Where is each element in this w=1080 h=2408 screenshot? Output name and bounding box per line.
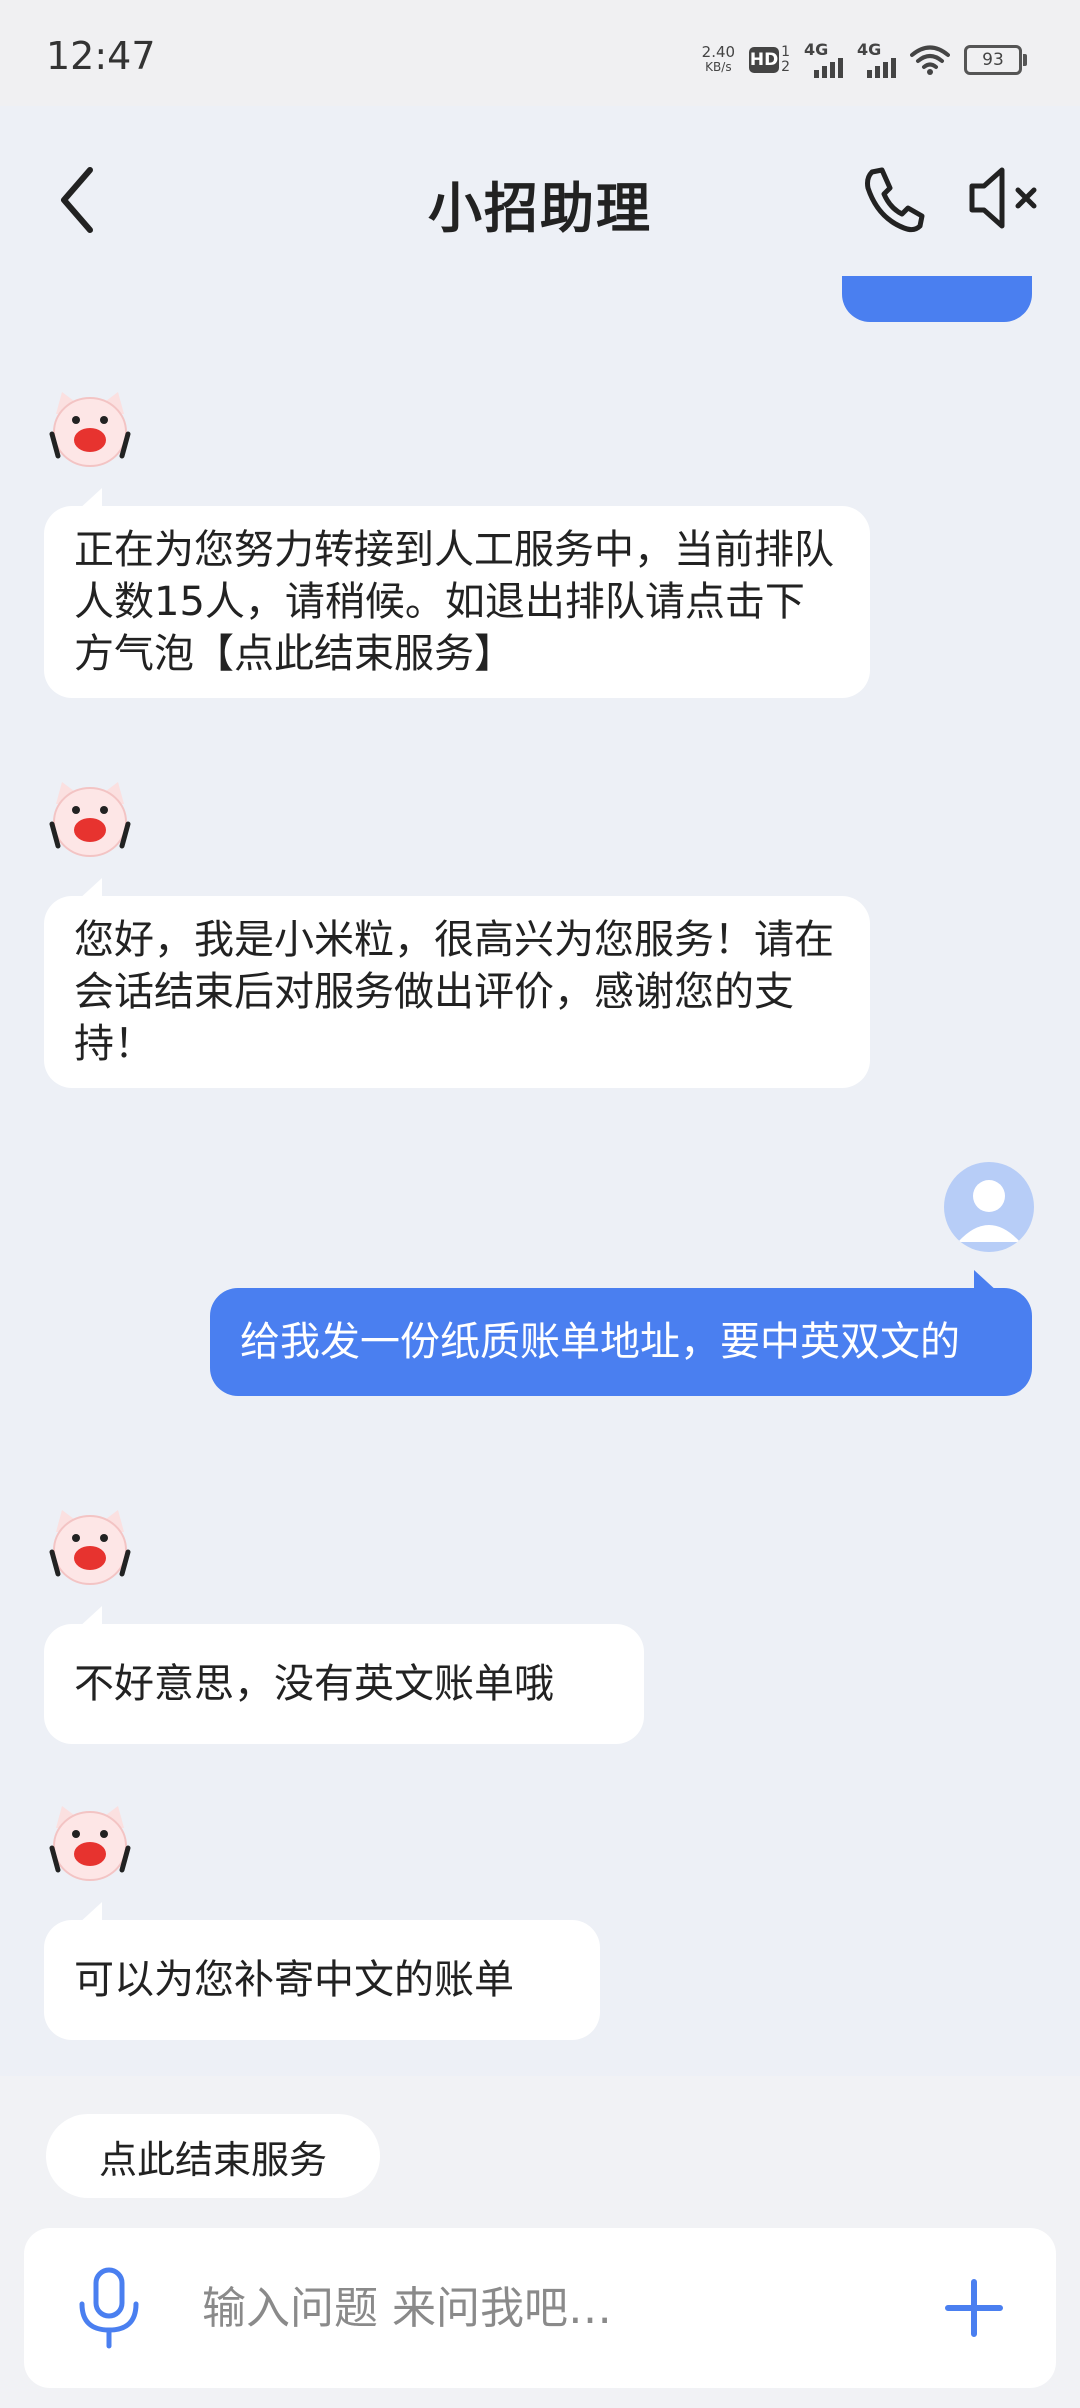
bot-message-2: 您好，我是小米粒，很高兴为您服务！请在会话结束后对服务做出评价，感谢您的支持！ — [44, 896, 870, 1088]
nav-header: 小招助理 — [0, 106, 1080, 276]
bot-avatar-icon — [49, 1806, 131, 1881]
status-icons: 2.40 KB/s HD 1 2 4G 4G 93 — [701, 38, 1027, 82]
chat-area[interactable]: 正在为您努力转接到人工服务中，当前排队人数15人，请稍候。如退出排队请点击下方气… — [0, 276, 1080, 2076]
end-service-button[interactable]: 点此结束服务 — [46, 2114, 380, 2198]
hd-voice-icon: HD — [749, 47, 780, 73]
bot-avatar-icon — [49, 1510, 131, 1585]
more-options-button[interactable] — [938, 2272, 1010, 2344]
speaker-mute-button[interactable] — [966, 158, 1042, 238]
signal-2-icon: 4G — [857, 42, 896, 78]
battery-icon: 93 — [964, 45, 1027, 75]
microphone-icon — [79, 2267, 139, 2349]
speaker-muted-icon — [969, 167, 1037, 229]
sim-indicator: 1 2 — [781, 44, 790, 75]
input-bar — [24, 2228, 1056, 2388]
call-button[interactable] — [858, 158, 926, 238]
quick-reply-bar: 点此结束服务 — [0, 2076, 1080, 2408]
previous-user-bubble — [842, 276, 1032, 322]
user-avatar-icon — [944, 1162, 1034, 1252]
bot-avatar-icon — [49, 782, 131, 857]
signal-1-icon: 4G — [804, 42, 843, 78]
status-bar: 12:47 2.40 KB/s HD 1 2 4G 4G 93 — [0, 0, 1080, 106]
wifi-icon — [910, 45, 950, 75]
phone-icon — [865, 167, 925, 233]
bot-message-3: 不好意思，没有英文账单哦 — [44, 1624, 644, 1744]
bot-message-1: 正在为您努力转接到人工服务中，当前排队人数15人，请稍候。如退出排队请点击下方气… — [44, 506, 870, 698]
bot-avatar-icon — [49, 392, 131, 467]
message-input[interactable] — [202, 2268, 902, 2348]
bot-message-4: 可以为您补寄中文的账单 — [44, 1920, 600, 2040]
voice-input-button[interactable] — [74, 2266, 144, 2350]
user-message-1: 给我发一份纸质账单地址，要中英双文的 — [210, 1288, 1032, 1396]
plus-icon — [945, 2279, 1003, 2337]
network-speed: 2.40 KB/s — [701, 43, 736, 75]
status-time: 12:47 — [46, 34, 156, 78]
